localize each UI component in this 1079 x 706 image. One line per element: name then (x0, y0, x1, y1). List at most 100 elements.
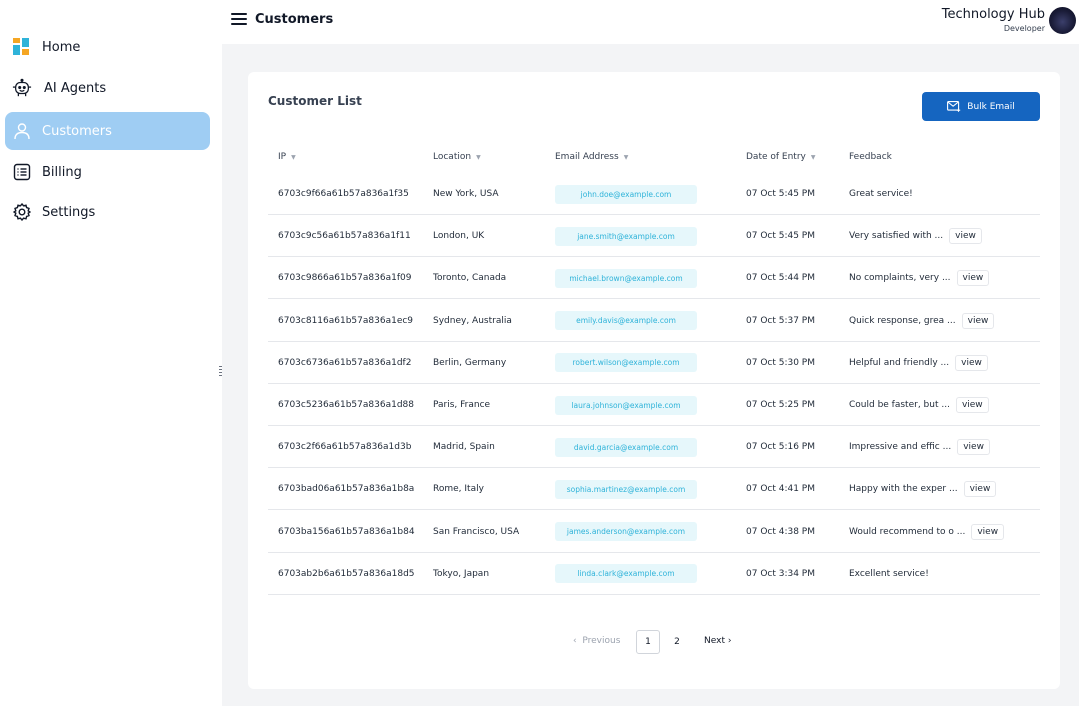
mail-plus-icon (947, 101, 961, 112)
bulk-email-label: Bulk Email (967, 101, 1015, 112)
cell-date: 07 Oct 5:45 PM (746, 231, 815, 242)
email-link[interactable]: jane.smith@example.com (555, 226, 697, 246)
page-title: Customers (255, 12, 334, 27)
cell-email: john.doe@example.com (555, 173, 697, 215)
feedback-wrap: Great service! (849, 189, 913, 199)
email-link[interactable]: robert.wilson@example.com (555, 353, 697, 373)
view-feedback-button[interactable]: view (956, 270, 990, 287)
email-link[interactable]: james.anderson@example.com (555, 522, 697, 542)
sort-down-icon: ▼ (291, 153, 296, 161)
email-link[interactable]: david.garcia@example.com (555, 437, 697, 457)
cell-date: 07 Oct 5:25 PM (746, 400, 815, 410)
pagination: ‹ Previous 1 2 Next › (248, 630, 1060, 654)
feedback-text: Very satisfied with ... (849, 231, 944, 242)
view-feedback-button[interactable]: view (971, 523, 1005, 540)
cell-feedback: Happy with the exper ... view (849, 468, 997, 510)
view-feedback-button[interactable]: view (957, 439, 990, 456)
list-icon (12, 162, 32, 182)
cell-date: 07 Oct 5:37 PM (746, 315, 815, 326)
sidebar-item-ai-agents[interactable]: AI Agents (5, 69, 210, 107)
cell-location: Madrid, Spain (433, 442, 495, 453)
table-row[interactable]: 6703c5236a61b57a836a1d88 Paris, France lau… (268, 384, 1040, 426)
table-row[interactable]: 6703ab2b6a61b57a836a18d5 Tokyo, Japan lind… (268, 553, 1040, 595)
cell-location: Toronto, Canada (433, 273, 507, 284)
email-link[interactable]: michael.brown@example.com (555, 268, 697, 288)
column-header-label: Email Address (555, 152, 619, 162)
table-row[interactable]: 6703c8116a61b57a836a1ec9 Sydney, Australi… (268, 300, 1040, 342)
hamburger-menu-icon[interactable] (231, 13, 247, 27)
cell-email: emily.davis@example.com (555, 300, 697, 342)
sidebar-item-label: AI Agents (44, 80, 107, 96)
feedback-wrap: Could be faster, but ... view (849, 397, 989, 413)
table-row[interactable]: 6703c9866a61b57a836a1f09 Toronto, Canada m… (268, 257, 1040, 300)
column-header-label: Location (433, 152, 472, 162)
cell-ip: 6703c8116a61b57a836a1ec9 (278, 315, 414, 326)
cell-location: Berlin, Germany (433, 357, 507, 368)
feedback-text: No complaints, very ... (849, 273, 951, 284)
cell-location: New York, USA (433, 189, 499, 199)
next-page-button[interactable]: Next › (704, 636, 731, 646)
previous-page-button[interactable]: ‹ Previous (573, 636, 620, 646)
feedback-wrap: Excellent service! (849, 569, 929, 579)
cell-feedback: Very satisfied with ... view (849, 215, 982, 257)
cell-feedback: Quick response, grea ... view (849, 300, 995, 342)
page-1-button[interactable]: 1 (636, 630, 660, 654)
table-row[interactable]: 6703bad06a61b57a836a1b8a Rome, Italy sophi… (268, 468, 1040, 511)
view-feedback-button[interactable]: view (955, 354, 988, 371)
card-title: Customer List (268, 94, 362, 108)
column-header-email[interactable]: Email Address ▼ (555, 152, 628, 162)
email-link[interactable]: john.doe@example.com (555, 184, 697, 204)
sidebar-item-label: Home (42, 39, 81, 55)
cell-feedback: Helpful and friendly ... view (849, 342, 988, 384)
column-header-location[interactable]: Location ▼ (433, 152, 481, 162)
org-role: Developer (1003, 24, 1045, 33)
cell-location: Tokyo, Japan (433, 568, 490, 579)
email-link[interactable]: linda.clark@example.com (555, 564, 697, 584)
feedback-wrap: Impressive and effic ... view (849, 439, 990, 456)
cell-feedback: Would recommend to o ... view (849, 511, 1005, 553)
cell-email: jane.smith@example.com (555, 215, 697, 257)
top-header: Customers Technology Hub Developer (222, 0, 1079, 44)
table-row[interactable]: 6703c9f66a61b57a836a1f35 New York, USA joh… (268, 173, 1040, 215)
avatar[interactable] (1049, 7, 1076, 34)
sidebar: Home AI Agents Customers Billing Setting… (0, 0, 222, 706)
table-row[interactable]: 6703ba156a61b57a836a1b84 San Francisco, U… (268, 511, 1040, 553)
previous-label: Previous (582, 636, 621, 646)
user-icon (12, 121, 32, 141)
cell-feedback: Excellent service! (849, 553, 929, 595)
email-link[interactable]: laura.johnson@example.com (555, 395, 697, 415)
cell-date: 07 Oct 4:41 PM (746, 484, 815, 495)
table-row[interactable]: 6703c6736a61b57a836a1df2 Berlin, Germany r… (268, 342, 1040, 384)
sidebar-item-settings[interactable]: Settings (5, 193, 210, 231)
email-link[interactable]: sophia.martinez@example.com (555, 479, 697, 499)
view-feedback-button[interactable]: view (949, 228, 982, 245)
feedback-text: Excellent service! (849, 568, 929, 579)
table-row[interactable]: 6703c9c56a61b57a836a1f11 London, UK jane.s… (268, 215, 1040, 258)
view-feedback-button[interactable]: view (963, 481, 997, 498)
feedback-text: Happy with the exper ... (849, 484, 958, 495)
page-2-button[interactable]: 2 (665, 630, 689, 654)
sidebar-item-customers[interactable]: Customers (5, 112, 210, 150)
cell-email: david.garcia@example.com (555, 426, 697, 468)
sidebar-item-label: Settings (42, 204, 96, 220)
cell-ip: 6703c9c56a61b57a836a1f11 (278, 231, 411, 242)
table-row[interactable]: 6703c2f66a61b57a836a1d3b Madrid, Spain dav… (268, 426, 1040, 469)
customer-list-card: Customer List Bulk Email IP ▼ Location ▼ E… (248, 72, 1060, 689)
email-link[interactable]: emily.davis@example.com (555, 311, 697, 331)
sidebar-item-billing[interactable]: Billing (5, 153, 210, 191)
cell-ip: 6703c9f66a61b57a836a1f35 (278, 189, 409, 199)
cell-location: London, UK (433, 231, 485, 242)
column-header-date[interactable]: Date of Entry ▼ (746, 152, 815, 162)
cell-ip: 6703bad06a61b57a836a1b8a (278, 484, 415, 495)
cell-email: linda.clark@example.com (555, 553, 697, 595)
view-feedback-button[interactable]: view (955, 397, 989, 413)
sort-down-icon: ▼ (623, 153, 629, 161)
feedback-wrap: Very satisfied with ... view (849, 228, 982, 245)
cell-location: Rome, Italy (433, 484, 484, 495)
cell-location: Sydney, Australia (433, 315, 512, 326)
cell-email: laura.johnson@example.com (555, 384, 697, 426)
sidebar-item-home[interactable]: Home (5, 28, 210, 66)
bulk-email-button[interactable]: Bulk Email (922, 92, 1040, 121)
column-header-ip[interactable]: IP ▼ (278, 152, 296, 162)
view-feedback-button[interactable]: view (961, 312, 995, 329)
